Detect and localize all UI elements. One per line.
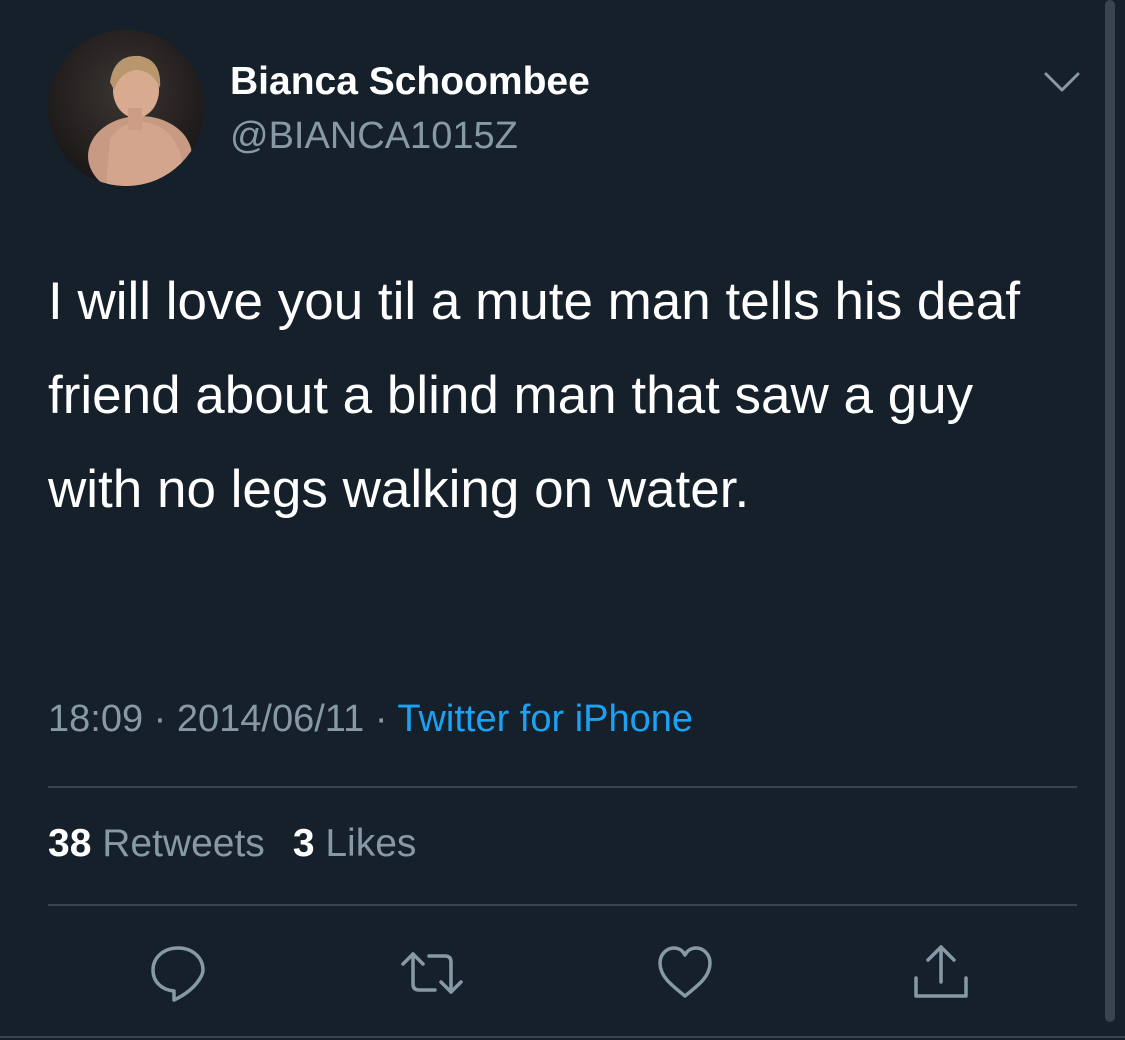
retweets-count: 38 <box>48 822 92 865</box>
tweet-text: I will love you til a mute man tells his… <box>48 272 1021 519</box>
likes-count: 3 <box>292 822 315 865</box>
tweet-source-link[interactable]: Twitter for iPhone <box>397 698 693 740</box>
reply-button[interactable] <box>145 940 211 1006</box>
author-display-name[interactable]: Bianca Schoombee <box>230 60 590 104</box>
retweets-label: Retweets <box>102 822 265 865</box>
reply-icon <box>151 946 205 1002</box>
like-button[interactable] <box>652 940 718 1006</box>
tweet-detail: Bianca Schoombee @BIANCA1015Z I will lov… <box>0 0 1125 1040</box>
divider <box>0 1036 1125 1038</box>
tweet-time: 18:09 <box>48 698 144 740</box>
likes-label: Likes <box>325 822 417 865</box>
avatar[interactable] <box>48 30 204 186</box>
chevron-down-icon <box>1044 72 1080 92</box>
meta-separator: · <box>153 698 167 740</box>
retweet-icon <box>401 952 463 994</box>
retweet-button[interactable] <box>397 940 463 1006</box>
share-icon <box>914 945 968 998</box>
heart-icon <box>658 946 712 998</box>
scrollbar[interactable] <box>1105 0 1115 1022</box>
tweet-stats: 38 Retweets 3 Likes <box>48 822 444 866</box>
retweets-stat[interactable]: 38 Retweets <box>48 822 265 865</box>
likes-stat[interactable]: 3 Likes <box>293 822 417 865</box>
tweet-meta: 18:09 · 2014/06/11 · Twitter for iPhone <box>48 698 693 741</box>
more-options-button[interactable] <box>1040 66 1084 102</box>
divider <box>48 786 1077 788</box>
divider <box>48 904 1077 906</box>
tweet-date: 2014/06/11 <box>176 698 365 740</box>
author-handle[interactable]: @BIANCA1015Z <box>230 115 518 158</box>
meta-separator: · <box>374 698 388 740</box>
share-button[interactable] <box>908 940 974 1006</box>
